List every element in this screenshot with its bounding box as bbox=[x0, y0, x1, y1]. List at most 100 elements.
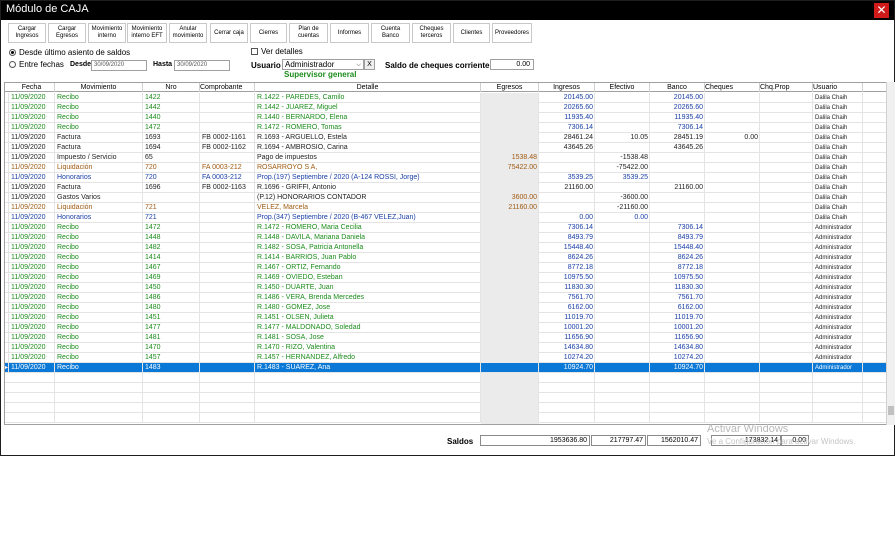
desde-ultimo-radio[interactable] bbox=[9, 49, 16, 56]
scroll-thumb[interactable] bbox=[888, 406, 894, 415]
cell-usuario: Administrador bbox=[813, 263, 863, 273]
cell-nro: 1482 bbox=[143, 243, 200, 253]
empty-cell bbox=[200, 413, 255, 423]
cell-ingresos: 20145.00 bbox=[539, 93, 595, 103]
plan-de-cuentas-button[interactable]: Plan de cuentas bbox=[289, 23, 328, 43]
table-row[interactable]: 11/09/2020 Recibo 1470 R.1470 - RIZO, Valen… bbox=[5, 343, 886, 353]
movimiento-interno-button[interactable]: Movimiento interno bbox=[88, 23, 126, 43]
cell-detalle: Pago de impuestos bbox=[255, 153, 481, 163]
empty-cell bbox=[813, 393, 863, 403]
movimiento-interno-eft-button[interactable]: Movimiento interno EFT bbox=[127, 23, 167, 43]
cerrar-caja-button[interactable]: Cerrar caja bbox=[210, 23, 248, 43]
table-row[interactable]: 11/09/2020 Factura 1696 FB 0002-1163 R.1696 … bbox=[5, 183, 886, 193]
cell-banco bbox=[650, 153, 705, 163]
table-row[interactable]: 11/09/2020 Recibo 1451 R.1451 - OLSEN, Juli… bbox=[5, 313, 886, 323]
close-button[interactable]: ✕ bbox=[874, 3, 889, 18]
entre-fechas-radio[interactable] bbox=[9, 61, 16, 68]
header-col-detalle[interactable]: Detalle bbox=[255, 83, 481, 92]
cell-comprobante bbox=[200, 283, 255, 293]
header-col-cheques[interactable]: Cheques bbox=[705, 83, 760, 92]
table-row[interactable]: 11/09/2020 Recibo 1481 R.1481 - SOSA, Jose 1… bbox=[5, 333, 886, 343]
vertical-scrollbar[interactable] bbox=[886, 82, 895, 425]
ver-detalles-checkbox[interactable] bbox=[251, 48, 258, 55]
ver-detalles-label: Ver detalles bbox=[261, 47, 303, 56]
empty-cell bbox=[813, 413, 863, 423]
header-col-efectivo[interactable]: Efectivo bbox=[595, 83, 650, 92]
empty-cell bbox=[595, 383, 650, 393]
empty-row bbox=[5, 403, 886, 413]
cell-detalle: R.1467 - ORTIZ, Fernando bbox=[255, 263, 481, 273]
table-row[interactable]: 11/09/2020 Liquidación 721 VELEZ, Marcela 21… bbox=[5, 203, 886, 213]
table-row[interactable]: 11/09/2020 Honorarios 720 FA 0003-212 Prop.(… bbox=[5, 173, 886, 183]
desde-date-field[interactable]: 30/09/2020 bbox=[91, 60, 147, 71]
table-row[interactable]: ▸ 11/09/2020 Recibo 1483 R.1483 - SUAREZ, An… bbox=[5, 363, 886, 373]
cell-cheques bbox=[705, 153, 760, 163]
cell-detalle: R.1481 - SOSA, Jose bbox=[255, 333, 481, 343]
informes-button[interactable]: Informes bbox=[330, 23, 369, 43]
header-col-fecha[interactable]: Fecha bbox=[9, 83, 55, 92]
table-row[interactable]: 11/09/2020 Recibo 1477 R.1477 - MALDONADO, … bbox=[5, 323, 886, 333]
cell-comprobante bbox=[200, 263, 255, 273]
cell-cheques bbox=[705, 293, 760, 303]
cell-detalle: R.1696 - GRIFFI, Antonio bbox=[255, 183, 481, 193]
cell-cheques bbox=[705, 113, 760, 123]
cell-movimiento: Recibo bbox=[55, 233, 143, 243]
table-row[interactable]: 11/09/2020 Liquidación 720 FA 0003-212 ROSAR… bbox=[5, 163, 886, 173]
table-row[interactable]: 11/09/2020 Recibo 1482 R.1482 - SOSA, Patri… bbox=[5, 243, 886, 253]
table-row[interactable]: 11/09/2020 Recibo 1472 R.1472 - ROMERO, Tom… bbox=[5, 123, 886, 133]
cell-banco: 10975.50 bbox=[650, 273, 705, 283]
header-col-banco[interactable]: Banco bbox=[650, 83, 705, 92]
cell-banco: 11656.90 bbox=[650, 333, 705, 343]
cell-fecha: 11/09/2020 bbox=[9, 333, 55, 343]
chevron-down-icon[interactable]: ⌵ bbox=[354, 61, 363, 69]
table-row[interactable]: 11/09/2020 Recibo 1422 R.1422 - PAREDES, Ca… bbox=[5, 93, 886, 103]
usuario-select[interactable]: Administrador bbox=[282, 59, 364, 70]
clientes-button[interactable]: Clientes bbox=[453, 23, 490, 43]
header-col-comprobante[interactable]: Comprobante bbox=[200, 83, 255, 92]
table-row[interactable]: 11/09/2020 Impuesto / Servicio 65 Pago de i… bbox=[5, 153, 886, 163]
cell-fecha: 11/09/2020 bbox=[9, 103, 55, 113]
table-row[interactable]: 11/09/2020 Factura 1694 FB 0002-1162 R.1694 … bbox=[5, 143, 886, 153]
cargar-egresos-button[interactable]: Cargar Egresos bbox=[48, 23, 86, 43]
cell-ingresos: 14634.80 bbox=[539, 343, 595, 353]
table-row[interactable]: 11/09/2020 Recibo 1467 R.1467 - ORTIZ, Fern… bbox=[5, 263, 886, 273]
cell-egresos bbox=[481, 93, 539, 103]
cell-cheques: 0.00 bbox=[705, 133, 760, 143]
header-col-movimiento[interactable]: Movimiento bbox=[55, 83, 143, 92]
cheques-terceros-button[interactable]: Cheques terceros bbox=[412, 23, 451, 43]
table-row[interactable]: 11/09/2020 Honorarios 721 Prop.(347) Septie… bbox=[5, 213, 886, 223]
header-col-nro[interactable]: Nro bbox=[143, 83, 200, 92]
cargar-ingresos-button[interactable]: Cargar Ingresos bbox=[8, 23, 46, 43]
header-col-ingresos[interactable]: Ingresos bbox=[539, 83, 595, 92]
cell-detalle: Prop.(347) Septiembre / 2020 (B-467 VELE… bbox=[255, 213, 481, 223]
header-col-usuario[interactable]: Usuario bbox=[813, 83, 863, 92]
cierres-button[interactable]: Cierres bbox=[250, 23, 287, 43]
proveedores-button[interactable]: Proveedores bbox=[492, 23, 532, 43]
cell-fecha: 11/09/2020 bbox=[9, 123, 55, 133]
table-row[interactable]: 11/09/2020 Gastos Varios (P.12) HONORARIOS… bbox=[5, 193, 886, 203]
table-row[interactable]: 11/09/2020 Recibo 1472 R.1472 - ROMERO, Mar… bbox=[5, 223, 886, 233]
title-bar[interactable]: Módulo de CAJA ✕ bbox=[1, 1, 894, 20]
cell-chq-prop bbox=[760, 153, 813, 163]
cell-efectivo: 3539.25 bbox=[595, 173, 650, 183]
table-row[interactable]: 11/09/2020 Factura 1693 FB 0002-1161 R.1693 … bbox=[5, 133, 886, 143]
cell-nro: 1483 bbox=[143, 363, 200, 373]
table-row[interactable]: 11/09/2020 Recibo 1480 R.1480 - GOMEZ, Jose… bbox=[5, 303, 886, 313]
usuario-clear-button[interactable]: X bbox=[364, 59, 375, 70]
cell-efectivo bbox=[595, 293, 650, 303]
cell-ingresos: 7306.14 bbox=[539, 123, 595, 133]
cell-chq-prop bbox=[760, 323, 813, 333]
table-row[interactable]: 11/09/2020 Recibo 1486 R.1486 - VERA, Brend… bbox=[5, 293, 886, 303]
cuenta-banco-button[interactable]: Cuenta Banco bbox=[371, 23, 410, 43]
header-col-chq-prop[interactable]: Chq.Prop bbox=[760, 83, 813, 92]
table-row[interactable]: 11/09/2020 Recibo 1442 R.1442 - JUAREZ, Mig… bbox=[5, 103, 886, 113]
table-row[interactable]: 11/09/2020 Recibo 1457 R.1457 - HERNANDEZ, … bbox=[5, 353, 886, 363]
table-row[interactable]: 11/09/2020 Recibo 1448 R.1448 - DAVILA, Mar… bbox=[5, 233, 886, 243]
hasta-date-field[interactable]: 30/09/2020 bbox=[174, 60, 230, 71]
table-row[interactable]: 11/09/2020 Recibo 1414 R.1414 - BARRIOS, Ju… bbox=[5, 253, 886, 263]
anular-movimiento-button[interactable]: Anular movimiento bbox=[169, 23, 207, 43]
header-col-egresos[interactable]: Egresos bbox=[481, 83, 539, 92]
table-row[interactable]: 11/09/2020 Recibo 1469 R.1469 - OVIEDO, Est… bbox=[5, 273, 886, 283]
table-row[interactable]: 11/09/2020 Recibo 1440 R.1440 - BERNARDO, E… bbox=[5, 113, 886, 123]
table-row[interactable]: 11/09/2020 Recibo 1450 R.1450 - DUARTE, Jua… bbox=[5, 283, 886, 293]
